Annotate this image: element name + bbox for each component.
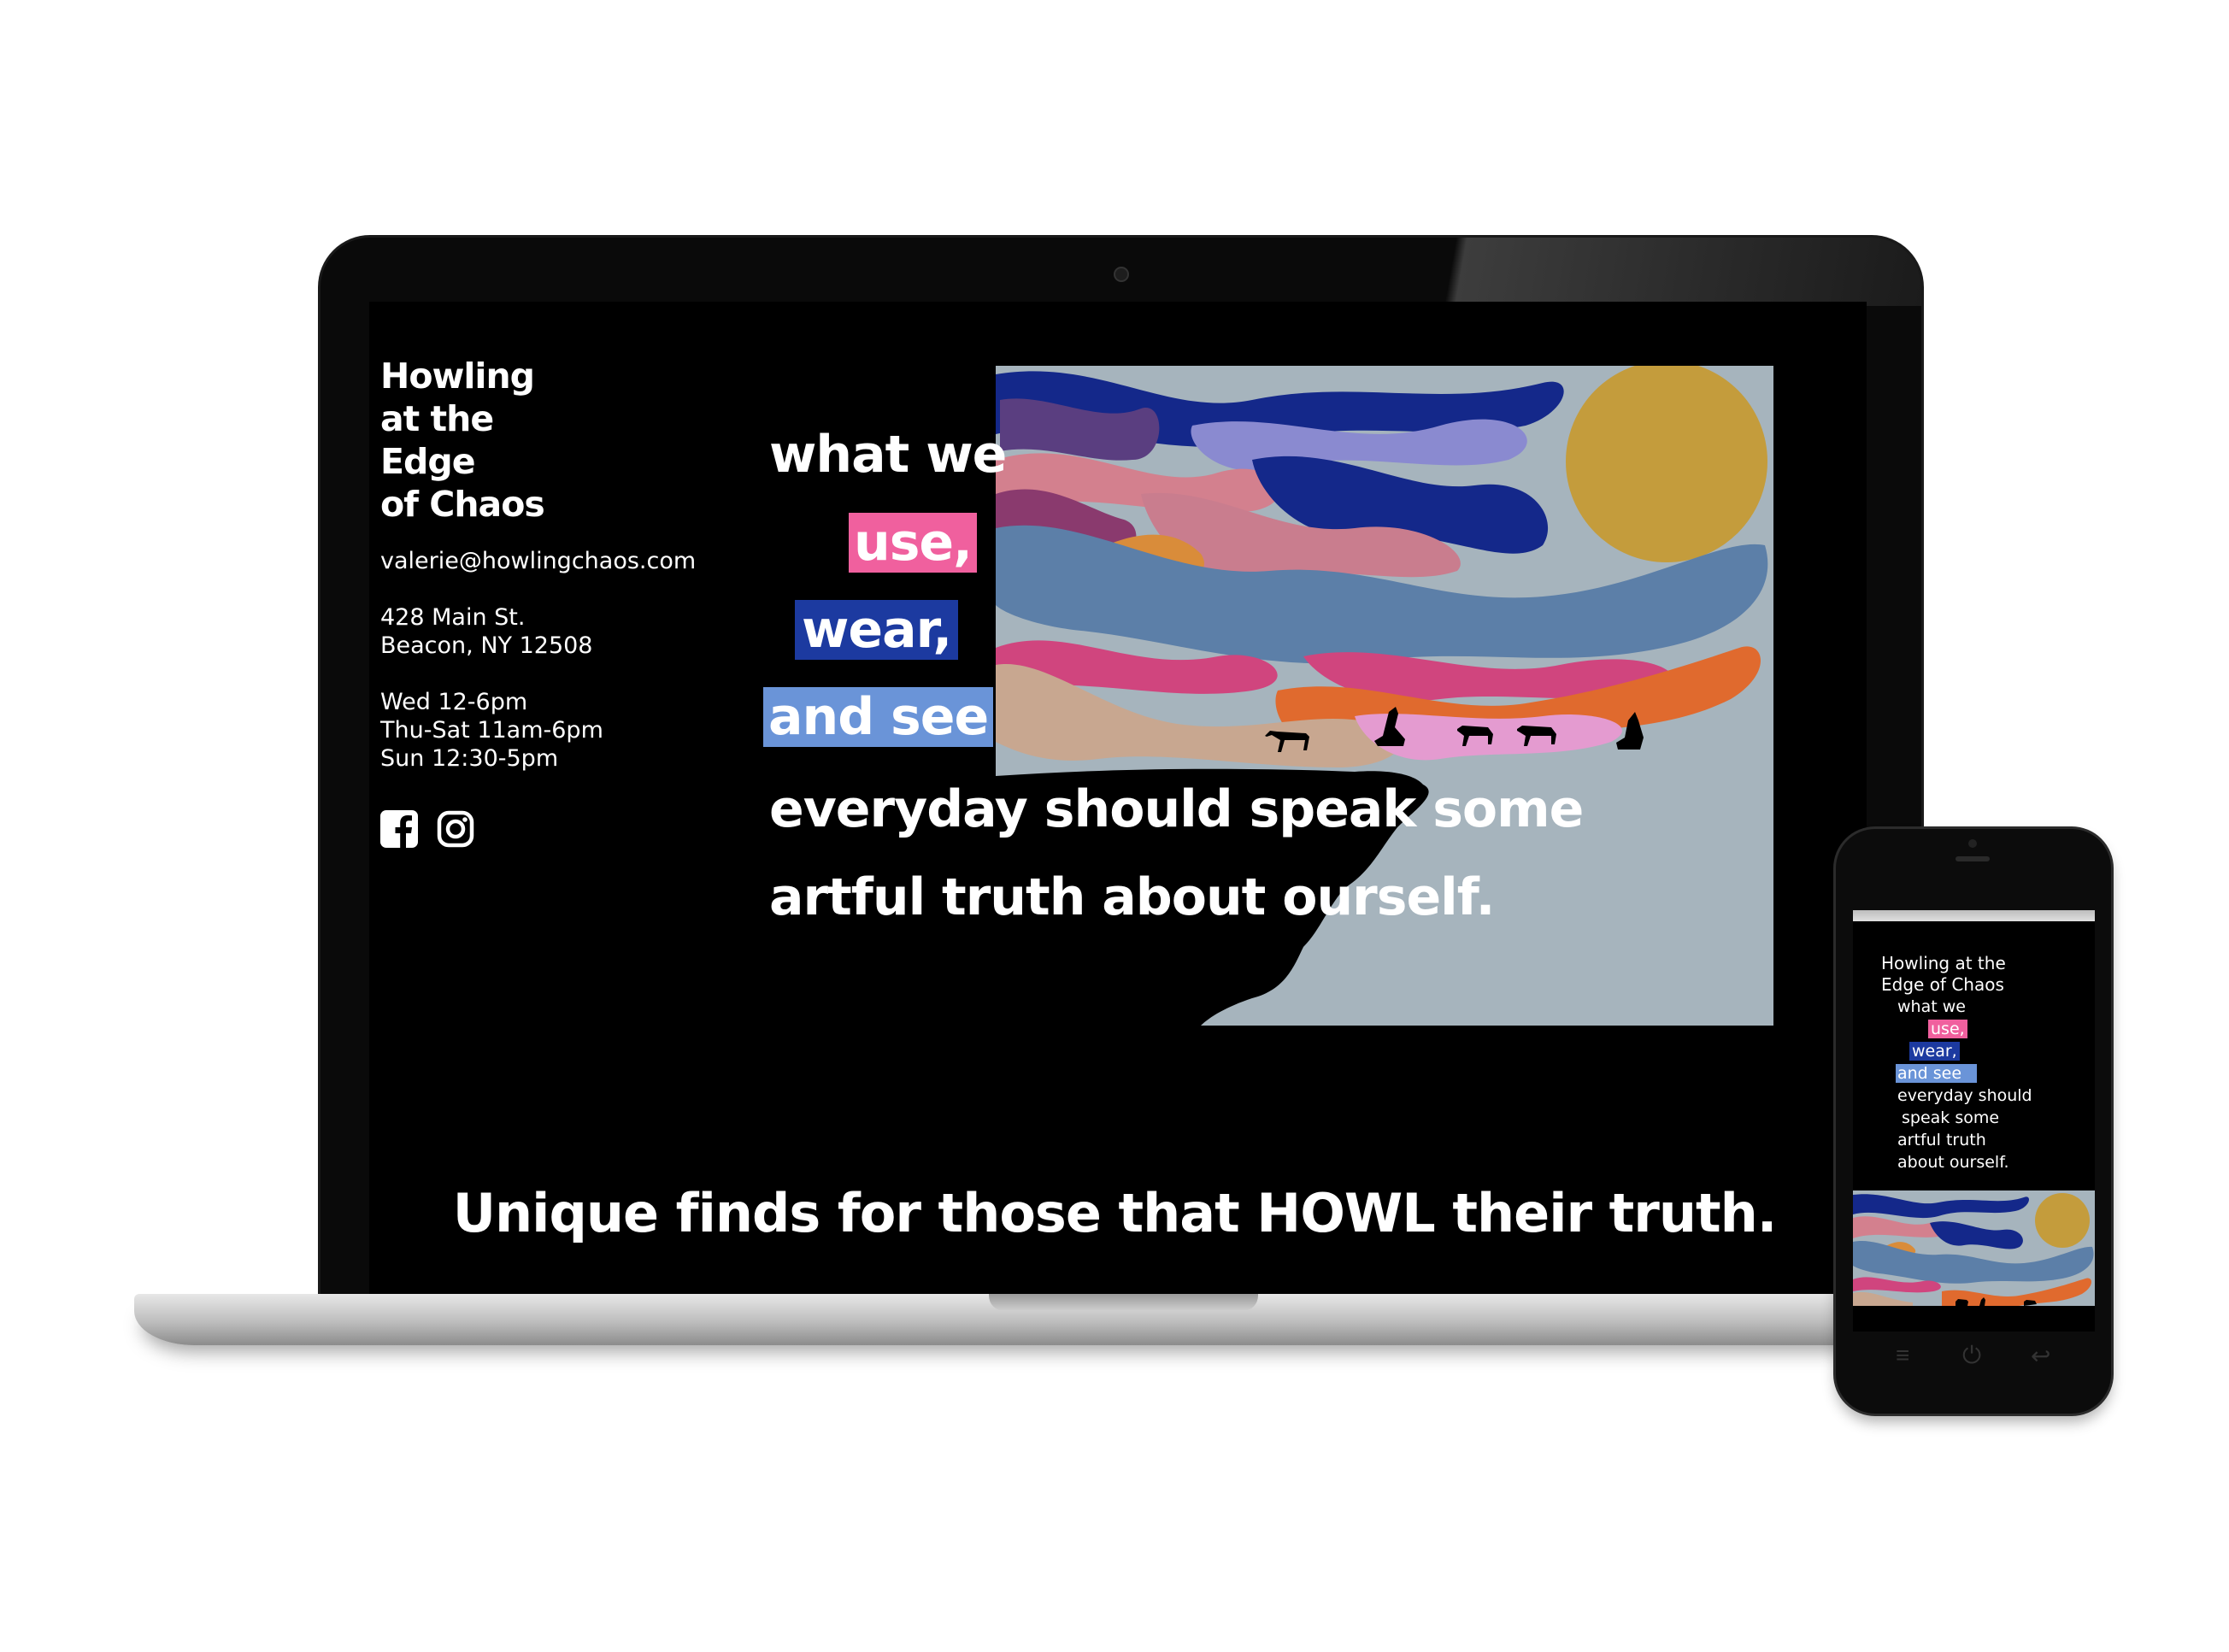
phone-screen: Howling at the Edge of Chaos what we use…	[1853, 910, 2095, 1332]
phone-headline-use: use,	[1928, 1020, 1967, 1038]
address-block: 428 Main St. Beacon, NY 12508	[380, 603, 592, 660]
back-icon[interactable]: ↩	[2031, 1342, 2050, 1370]
hours-block: Wed 12-6pm Thu-Sat 11am-6pm Sun 12:30-5p…	[380, 688, 603, 773]
headline-line: artful truth about ourself.	[769, 867, 1495, 927]
headline-wear-wrap: wear,	[795, 600, 959, 660]
brand-line: Howling	[380, 356, 535, 397]
phone-speaker	[1956, 856, 1990, 861]
menu-icon[interactable]: ≡	[1896, 1342, 1909, 1369]
headline-see: and see	[763, 687, 994, 747]
phone-wolves-artwork	[1853, 1190, 2095, 1306]
laptop-base	[134, 1294, 2027, 1345]
phone-headline-line: about ourself.	[1897, 1153, 2009, 1172]
brand-line: Edge	[380, 441, 476, 482]
phone-headline-wear-wrap: wear,	[1909, 1040, 1960, 1062]
phone-camera	[1968, 839, 1977, 848]
headline-wear: wear,	[795, 600, 959, 660]
address-line: 428 Main St.	[380, 604, 526, 631]
phone-headline-line: everyday should	[1897, 1086, 2032, 1105]
phone-hardware-buttons: ≡ ⏻ ↩	[1836, 1342, 2111, 1402]
phone-headline-wear: wear,	[1909, 1042, 1960, 1061]
phone-mockup: Howling at the Edge of Chaos what we use…	[1836, 829, 2111, 1414]
address-line: Beacon, NY 12508	[380, 632, 593, 659]
site-logo-title[interactable]: Howling at the Edge of Chaos	[380, 355, 545, 526]
hours-line: Sun 12:30-5pm	[380, 745, 559, 772]
headline-use-wrap: use,	[849, 513, 977, 573]
phone-headline-see-wrap: and see	[1896, 1062, 1978, 1085]
phone-headline-line: speak some	[1902, 1108, 2000, 1127]
laptop-base-notch	[989, 1294, 1258, 1311]
brand-line: of Chaos	[380, 484, 545, 525]
phone-headline-line: what we	[1897, 997, 1966, 1016]
instagram-icon[interactable]	[437, 810, 474, 848]
phone-brand-line: Edge of Chaos	[1881, 974, 2004, 995]
phone-headline-line: artful truth	[1897, 1131, 1986, 1149]
brand-line: at the	[380, 398, 494, 439]
headline-see-wrap: and see	[763, 687, 994, 747]
power-icon[interactable]: ⏻	[1962, 1342, 1981, 1370]
phone-headline-see: and see	[1896, 1064, 1978, 1083]
headline-line: what we	[769, 425, 1007, 485]
phone-site-title[interactable]: Howling at the Edge of Chaos	[1881, 953, 2006, 996]
email-link[interactable]: valerie@howlingchaos.com	[380, 547, 696, 575]
facebook-icon[interactable]	[380, 810, 418, 848]
phone-brand-line: Howling at the	[1881, 953, 2006, 973]
lid-glare	[1391, 238, 1921, 306]
headline-use: use,	[849, 513, 977, 573]
hours-line: Wed 12-6pm	[380, 689, 528, 715]
social-links	[380, 810, 474, 848]
phone-status-bar	[1853, 910, 2095, 921]
email-text[interactable]: valerie@howlingchaos.com	[380, 547, 696, 575]
laptop-camera	[1115, 268, 1127, 280]
headline-line: everyday should speak some	[769, 779, 1584, 839]
hours-line: Thu-Sat 11am-6pm	[380, 717, 603, 744]
phone-headline-use-wrap: use,	[1928, 1018, 1967, 1040]
